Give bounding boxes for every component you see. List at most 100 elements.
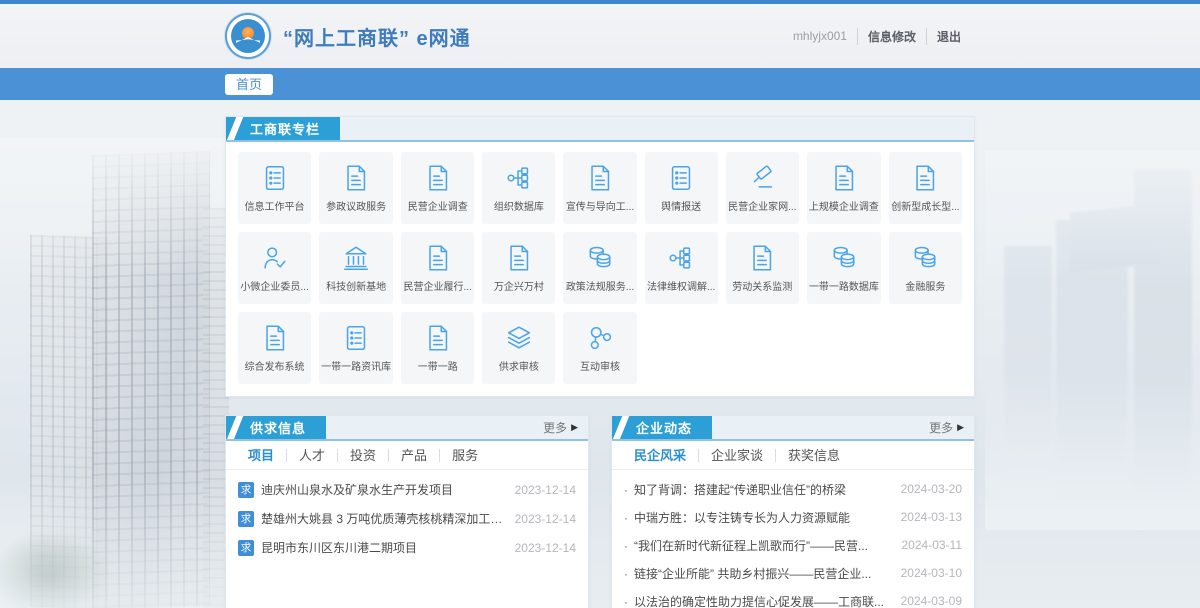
dynamics-item-title: 链接“企业所能” 共助乡村振兴——民营企业... [624,565,891,582]
feature-card-label: 参政议政服务 [326,198,386,213]
feature-card[interactable]: 一带一路 [401,312,474,384]
feature-card[interactable]: 信息工作平台 [238,152,311,224]
feature-card[interactable]: 一带一路资讯库 [319,312,393,384]
database-icon [585,243,615,273]
title-slash-decoration [226,416,245,439]
org-chart-icon [666,243,696,273]
document-icon [423,323,453,353]
document-icon [423,243,453,273]
layers-icon [504,323,534,353]
dynamics-list-item[interactable]: 以法治的确定性助力提信心促发展——工商联...2024-03-09 [624,587,962,608]
feature-card[interactable]: 法律维权调解... [645,232,718,304]
feature-card[interactable]: 宣传与导向工... [563,152,636,224]
panel-supply-demand: 供求信息 更多 ▶ 项目人才投资产品服务 求迪庆州山泉水及矿泉水生产开发项目20… [225,415,589,608]
feature-card[interactable]: 创新型成长型... [889,152,962,224]
feature-card[interactable]: 综合发布系统 [238,312,311,384]
feature-card[interactable]: 一带一路数据库 [807,232,881,304]
demand-badge: 求 [238,482,254,498]
feature-card[interactable]: 民营企业履行... [401,232,474,304]
feature-card[interactable]: 劳动关系监测 [726,232,799,304]
dynamics-list-item[interactable]: 链接“企业所能” 共助乡村振兴——民营企业...2024-03-10 [624,559,962,587]
feature-card[interactable]: 金融服务 [889,232,962,304]
dynamics-tab[interactable]: 企业家谈 [698,449,775,462]
document-icon [504,243,534,273]
feature-card-label: 万企兴万村 [494,278,544,293]
dynamics-list-item[interactable]: 中瑞方胜：以专注铸专长为人力资源赋能2024-03-13 [624,503,962,531]
feature-card-label: 信息工作平台 [245,198,305,213]
feature-card-label: 民营企业调查 [408,198,468,213]
org-chart-icon [504,163,534,193]
dynamics-tab[interactable]: 民企风采 [622,449,698,462]
demand-badge: 求 [238,511,254,527]
supply-list: 求迪庆州山泉水及矿泉水生产开发项目2023-12-14求楚雄州大姚县 3 万吨优… [226,470,588,570]
feature-card[interactable]: 上规模企业调查 [807,152,881,224]
feature-card-label: 宣传与导向工... [566,198,634,213]
dynamics-tab[interactable]: 获奖信息 [775,449,852,462]
supply-list-item[interactable]: 求迪庆州山泉水及矿泉水生产开发项目2023-12-14 [238,475,576,504]
federation-panel-title-text: 工商联专栏 [250,119,320,138]
supply-item-date: 2023-12-14 [515,541,576,555]
dynamics-list: 知了背调：搭建起“传递职业信任”的桥梁2024-03-20中瑞方胜：以专注铸专长… [612,470,974,608]
feature-card[interactable]: 互动审核 [563,312,636,384]
supply-tab[interactable]: 服务 [439,449,490,462]
supply-list-item[interactable]: 求楚雄州大姚县 3 万吨优质薄壳核桃精深加工及科...2023-12-14 [238,504,576,533]
feature-card[interactable]: 舆情报送 [645,152,718,224]
dynamics-more-link[interactable]: 更多 ▶ [929,416,974,439]
feature-card-label: 政策法规服务... [566,278,634,293]
username: mhlyjx001 [783,29,857,43]
feature-card-label: 小微企业委员... [240,278,308,293]
feature-card[interactable]: 政策法规服务... [563,232,636,304]
federation-panel-bar: 工商联专栏 [226,117,974,142]
dynamics-panel-bar: 企业动态 更多 ▶ [612,416,974,441]
nav-tab-home[interactable]: 首页 [225,74,273,95]
supply-tab[interactable]: 人才 [286,449,337,462]
supply-more-link[interactable]: 更多 ▶ [543,416,588,439]
dynamics-panel-title: 企业动态 [612,416,712,439]
supply-panel-title-text: 供求信息 [250,418,306,437]
feature-card-label: 一带一路资讯库 [321,358,391,373]
title-slash-decoration [612,416,631,439]
feature-card[interactable]: 供求审核 [482,312,555,384]
document-icon [585,163,615,193]
city-skyline-right [985,150,1200,520]
document-icon [260,323,290,353]
skyline-tower-1 [1134,170,1192,500]
feature-card-label: 组织数据库 [494,198,544,213]
main-content: 工商联专栏 信息工作平台 参政议政服务 民营企业调查 组织数据库 宣传与导向工.… [225,100,975,608]
supply-tab[interactable]: 产品 [388,449,439,462]
panel-federation-column: 工商联专栏 信息工作平台 参政议政服务 民营企业调查 组织数据库 宣传与导向工.… [225,116,975,397]
feature-card-label: 金融服务 [905,278,945,293]
skyline-tower-4 [1070,203,1160,272]
feature-card[interactable]: 民营企业调查 [401,152,474,224]
feature-card[interactable]: 科技创新基地 [319,232,393,304]
document-icon [341,163,371,193]
feature-card[interactable]: 小微企业委员... [238,232,311,304]
feature-card-label: 民营企业履行... [404,278,472,293]
main-nav: 首页 [0,68,1200,100]
feature-card-label: 劳动关系监测 [732,278,792,293]
logout-link[interactable]: 退出 [926,28,971,45]
feature-card[interactable]: 民营企业家网... [726,152,799,224]
list-document-icon [666,163,696,193]
supply-tab[interactable]: 投资 [337,449,388,462]
list-document-icon [341,323,371,353]
skyline-tower-3 [1004,246,1052,500]
supply-panel-bar: 供求信息 更多 ▶ [226,416,588,441]
dynamics-list-item[interactable]: 知了背调：搭建起“传递职业信任”的桥梁2024-03-20 [624,475,962,503]
title-slash-decoration [226,117,245,140]
demand-badge: 求 [238,540,254,556]
feature-card[interactable]: 组织数据库 [482,152,555,224]
supply-tabs: 项目人才投资产品服务 [226,441,588,470]
feature-card-label: 一带一路 [418,358,458,373]
supply-tab[interactable]: 项目 [236,449,286,462]
edit-info-link[interactable]: 信息修改 [857,28,926,45]
feature-card-label: 上规模企业调查 [809,198,879,213]
list-document-icon [260,163,290,193]
skyline-tower-2 [1056,220,1128,500]
dynamics-list-item[interactable]: “我们在新时代新征程上凯歌而行”——民营...2024-03-11 [624,531,962,559]
supply-list-item[interactable]: 求昆明市东川区东川港二期项目2023-12-14 [238,533,576,562]
feature-card-label: 互动审核 [580,358,620,373]
database-icon [910,243,940,273]
feature-card[interactable]: 万企兴万村 [482,232,555,304]
feature-card[interactable]: 参政议政服务 [319,152,393,224]
